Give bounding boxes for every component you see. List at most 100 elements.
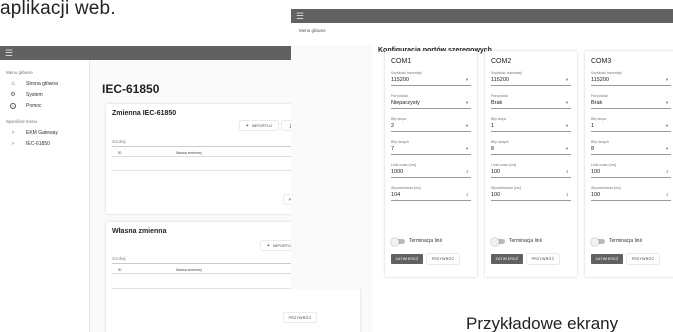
apply-button[interactable]: ZATWIERDŹ bbox=[491, 254, 523, 264]
button-label: PRZYWRÓĆ bbox=[431, 257, 455, 261]
stepper-icon: ⇕ bbox=[665, 169, 669, 174]
sidebar: Menu główne bbox=[291, 23, 372, 45]
field-label: Szybkość transmisji bbox=[391, 71, 422, 75]
termination-toggle[interactable] bbox=[391, 237, 405, 246]
page-title: IEC-61850 bbox=[102, 82, 160, 96]
sidebar-heading-main: Menu główne bbox=[6, 70, 33, 75]
field-value: Brak bbox=[491, 100, 503, 106]
sidebar-item-ekm-gateway[interactable]: › EKM Gateway bbox=[0, 127, 89, 138]
parity-select[interactable]: Parzystość Nieparzysty ▼ bbox=[391, 94, 471, 114]
dropdown-arrow-icon: ▼ bbox=[565, 123, 569, 128]
sidebar-item-label: IEC-61850 bbox=[26, 140, 50, 147]
data-bits-select[interactable]: Bity danych 8 ▼ bbox=[491, 140, 571, 160]
toggle-knob[interactable] bbox=[591, 237, 599, 246]
toggle-knob[interactable] bbox=[391, 237, 399, 246]
field-value: 7 bbox=[391, 146, 395, 152]
field-value: 100 bbox=[491, 192, 501, 198]
dropdown-arrow-icon: ▼ bbox=[665, 123, 669, 128]
stop-bits-select[interactable]: Bity stopu 1 ▼ bbox=[491, 117, 571, 137]
dropdown-arrow-icon: ▼ bbox=[465, 100, 469, 105]
sidebar-item-help[interactable]: ? Pomoc bbox=[0, 100, 89, 111]
field-value: 2 bbox=[391, 123, 395, 129]
speed-select[interactable]: Szybkość transmisji 115200 ▼ bbox=[491, 71, 571, 91]
parity-select[interactable]: Parzystość Brak ▼ bbox=[591, 94, 671, 114]
button-label: ZATWIERDŹ bbox=[595, 257, 619, 261]
dropdown-arrow-icon: ▼ bbox=[665, 77, 669, 82]
button-label: PRZYWRÓĆ bbox=[288, 315, 312, 320]
time-limit-input[interactable]: Limit czasu [ms] 100 ⇕ bbox=[591, 163, 671, 183]
wait-input[interactable]: Wyczekiwanie [ms] 104 ⇕ bbox=[391, 186, 471, 206]
stop-bits-select[interactable]: Bity stopu 2 ▼ bbox=[391, 117, 471, 137]
wait-input[interactable]: Wyczekiwanie [ms] 100 ⇕ bbox=[591, 186, 671, 206]
card-title: Własna zmienna bbox=[112, 228, 167, 235]
field-underline bbox=[491, 200, 571, 201]
field-underline bbox=[491, 85, 571, 86]
stepper-icon: ⇕ bbox=[665, 192, 669, 197]
termination-toggle[interactable] bbox=[591, 237, 605, 246]
card-title: Zmienna IEC-61850 bbox=[112, 110, 177, 117]
termination-toggle[interactable] bbox=[491, 237, 505, 246]
restore-button[interactable]: PRZYWRÓĆ bbox=[627, 254, 659, 264]
field-label: Wyczekiwanie [ms] bbox=[591, 186, 621, 190]
search-label: Szukaj bbox=[112, 139, 126, 144]
data-bits-select[interactable]: Bity danych 7 ▼ bbox=[391, 140, 471, 160]
hamburger-icon[interactable]: ☰ bbox=[5, 48, 13, 58]
termination-label: Terminacja linii bbox=[409, 237, 442, 244]
field-underline bbox=[491, 154, 571, 155]
field-value: 100 bbox=[591, 169, 601, 175]
hamburger-icon[interactable]: ☰ bbox=[296, 11, 304, 21]
stepper-icon: ⇕ bbox=[465, 169, 469, 174]
sidebar-item-home[interactable]: ⌂ Strona główna bbox=[0, 78, 89, 89]
sidebar-item-label: Strona główna bbox=[26, 80, 58, 87]
chevron-right-icon: › bbox=[12, 140, 14, 147]
field-underline bbox=[591, 177, 671, 178]
dropdown-arrow-icon: ▼ bbox=[465, 77, 469, 82]
field-underline bbox=[391, 200, 471, 201]
restore-button[interactable]: PRZYWRÓĆ bbox=[427, 254, 459, 264]
sidebar-item-iec61850[interactable]: › IEC-61850 bbox=[0, 138, 89, 149]
apply-button[interactable]: ZATWIERDŹ bbox=[591, 254, 623, 264]
apply-button[interactable]: ZATWIERDŹ bbox=[391, 254, 423, 264]
restore-button[interactable]: PRZYWRÓĆ bbox=[284, 313, 316, 322]
chevron-right-icon: › bbox=[12, 129, 14, 136]
sidebar-item-label: System bbox=[26, 91, 43, 98]
field-value: 8 bbox=[491, 146, 495, 152]
field-label: Wyczekiwanie [ms] bbox=[391, 186, 421, 190]
stepper-icon: ⇕ bbox=[565, 169, 569, 174]
field-value: 8 bbox=[591, 146, 595, 152]
field-value: 115200 bbox=[391, 77, 409, 83]
field-label: Limit czasu [ms] bbox=[591, 163, 617, 167]
field-label: Bity stopu bbox=[491, 117, 507, 121]
dropdown-arrow-icon: ▼ bbox=[565, 146, 569, 151]
stop-bits-select[interactable]: Bity stopu 1 ▼ bbox=[591, 117, 671, 137]
field-value: 115200 bbox=[591, 77, 609, 83]
speed-select[interactable]: Szybkość transmisji 115200 ▼ bbox=[391, 71, 471, 91]
field-label: Bity danych bbox=[491, 140, 510, 144]
field-underline bbox=[491, 131, 571, 132]
dropdown-arrow-icon: ▼ bbox=[665, 100, 669, 105]
column-header-id: ID bbox=[118, 268, 122, 272]
dropdown-arrow-icon: ▼ bbox=[465, 146, 469, 151]
time-limit-input[interactable]: Limit czasu [ms] 1000 ⇕ bbox=[391, 163, 471, 183]
toggle-knob[interactable] bbox=[491, 237, 499, 246]
field-label: Parzystość bbox=[591, 94, 609, 98]
search-label: Szukaj bbox=[112, 256, 126, 261]
home-icon: ⌂ bbox=[11, 80, 15, 87]
button-label: IMPORTUJ bbox=[252, 123, 273, 128]
field-underline bbox=[591, 131, 671, 132]
termination-label: Terminacja linii bbox=[509, 237, 542, 244]
column-header-name: Nazwa zmiennej bbox=[176, 151, 202, 155]
field-label: Limit czasu [ms] bbox=[391, 163, 417, 167]
time-limit-input[interactable]: Limit czasu [ms] 100 ⇕ bbox=[491, 163, 571, 183]
button-label: PRZYWRÓĆ bbox=[631, 257, 655, 261]
field-underline bbox=[591, 200, 671, 201]
field-value: 100 bbox=[591, 192, 601, 198]
import-button[interactable]: + IMPORTUJ bbox=[240, 121, 278, 130]
data-bits-select[interactable]: Bity danych 8 ▼ bbox=[591, 140, 671, 160]
restore-button[interactable]: PRZYWRÓĆ bbox=[527, 254, 559, 264]
speed-select[interactable]: Szybkość transmisji 115200 ▼ bbox=[591, 71, 671, 91]
wait-input[interactable]: Wyczekiwanie [ms] 100 ⇕ bbox=[491, 186, 571, 206]
parity-select[interactable]: Parzystość Brak ▼ bbox=[491, 94, 571, 114]
column-header-id: ID bbox=[118, 151, 122, 155]
sidebar-item-system[interactable]: ⚙ System bbox=[0, 89, 89, 100]
